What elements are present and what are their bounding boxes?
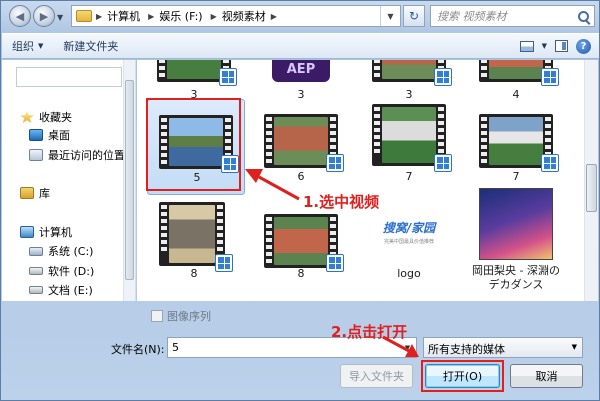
annotation-arrows <box>245 169 419 357</box>
annotation-arrow-1 <box>258 175 300 201</box>
open-file-dialog: ◀ ▶ ▼ ▶ 计算机 ▶ 娱乐 (F:) ▶ 视频素材 ▶ ▼ ↻ 搜索 视频素材 组… <box>0 0 600 401</box>
annotation-arrow-2 <box>382 335 410 353</box>
arrowhead-icon <box>245 169 263 183</box>
